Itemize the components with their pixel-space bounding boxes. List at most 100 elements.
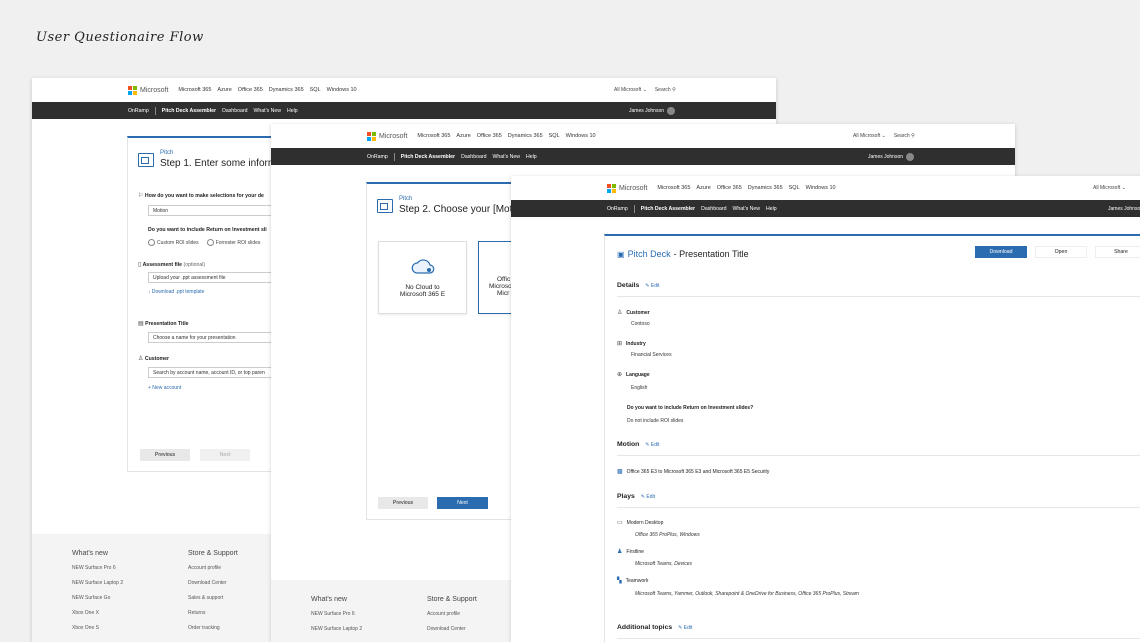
previous-button[interactable]: Previous: [378, 497, 428, 509]
footer-link[interactable]: Download Center: [427, 626, 477, 632]
divider: [617, 507, 1140, 508]
subnav-dashboard[interactable]: Dashboard: [461, 154, 486, 160]
customer-value: Contoso: [631, 321, 650, 327]
footer-link[interactable]: Account profile: [188, 565, 238, 571]
pencil-icon: ✎: [645, 441, 650, 448]
footer-link[interactable]: Download Center: [188, 580, 238, 586]
footer-link[interactable]: NEW Surface Pro 6: [311, 611, 362, 617]
footer-link[interactable]: NEW Surface Laptop 2: [311, 626, 362, 632]
search-button[interactable]: Search ⚲: [894, 133, 915, 139]
subnav-whats-new[interactable]: What's New: [732, 206, 760, 212]
nav-azure[interactable]: Azure: [217, 87, 231, 93]
subnav-divider: [633, 204, 635, 213]
subnav-help[interactable]: Help: [287, 108, 298, 114]
share-button[interactable]: Share: [1095, 246, 1140, 258]
microsoft-logo[interactable]: Microsoft: [607, 183, 647, 193]
next-button[interactable]: Next: [200, 449, 250, 461]
subnav-onramp[interactable]: OnRamp: [607, 206, 628, 212]
subnav-dashboard[interactable]: Dashboard: [701, 206, 726, 212]
subnav-pitch-deck-assembler[interactable]: Pitch Deck Assembler: [641, 206, 695, 212]
user-name: James Johnson: [868, 153, 904, 160]
subnav-divider: [154, 106, 156, 115]
search-button[interactable]: Search ⚲: [655, 87, 676, 93]
footer-link[interactable]: Xbox One X: [72, 610, 123, 616]
microsoft-logo[interactable]: Microsoft: [128, 85, 168, 95]
nav-microsoft-365[interactable]: Microsoft 365: [178, 87, 211, 93]
top-nav: Microsoft 365 Azure Office 365 Dynamics …: [657, 185, 835, 191]
user-menu[interactable]: James Johnson: [1108, 206, 1140, 212]
subnav-dashboard[interactable]: Dashboard: [222, 108, 247, 114]
step1-card: Pitch Step 1. Enter some informa ⚐ How d…: [127, 136, 298, 472]
additional-edit-link[interactable]: ✎ Edit: [678, 625, 692, 631]
customer-label: ♙ Customer: [138, 356, 170, 362]
nav-dynamics-365[interactable]: Dynamics 365: [748, 185, 783, 191]
presentation-header: ▣ Pitch Deck - Presentation Title: [617, 249, 749, 259]
subnav-onramp[interactable]: OnRamp: [367, 154, 388, 160]
next-button[interactable]: Next: [437, 497, 488, 509]
nav-azure[interactable]: Azure: [696, 185, 710, 191]
open-button[interactable]: Open: [1035, 246, 1087, 258]
subnav-whats-new[interactable]: What's New: [253, 108, 281, 114]
roi-question: Do you want to include Return on Investm…: [148, 227, 267, 233]
all-microsoft-menu[interactable]: All Microsoft ⌄: [853, 133, 886, 139]
footer-link[interactable]: Account profile: [427, 611, 477, 617]
subnav-pitch-deck-assembler[interactable]: Pitch Deck Assembler: [401, 154, 455, 160]
nav-microsoft-365[interactable]: Microsoft 365: [657, 185, 690, 191]
custom-roi-radio[interactable]: Custom ROI slides: [148, 239, 199, 246]
top-header: Microsoft Microsoft 365 Azure Office 365…: [271, 124, 1015, 148]
previous-button[interactable]: Previous: [140, 449, 190, 461]
microsoft-logo[interactable]: Microsoft: [367, 131, 407, 141]
nav-sql[interactable]: SQL: [789, 185, 800, 191]
motion-tile-no-cloud[interactable]: No Cloud to Microsoft 365 E: [378, 241, 467, 314]
nav-office-365[interactable]: Office 365: [477, 133, 502, 139]
nav-office-365[interactable]: Office 365: [717, 185, 742, 191]
footer-link[interactable]: Xbox One S: [72, 625, 123, 631]
footer-link[interactable]: Returns: [188, 610, 238, 616]
selection-icon: ⚐: [138, 193, 144, 199]
pencil-icon: ✎: [640, 493, 645, 500]
footer-link[interactable]: NEW Surface Pro 6: [72, 565, 123, 571]
nav-microsoft-365[interactable]: Microsoft 365: [417, 133, 450, 139]
download-template-link[interactable]: ↓ Download .ppt template: [148, 289, 204, 295]
details-edit-link[interactable]: ✎ Edit: [645, 283, 659, 289]
footer-whats-new: What's new NEW Surface Pro 6 NEW Surface…: [72, 550, 123, 640]
nav-azure[interactable]: Azure: [456, 133, 470, 139]
user-menu[interactable]: James Johnson: [629, 106, 676, 115]
footer-link[interactable]: NEW Surface Go: [72, 595, 123, 601]
subnav-divider: [393, 152, 395, 161]
industry-label: ⊞ Industry: [617, 340, 646, 348]
selection-question: ⚐ How do you want to make selections for…: [138, 193, 264, 199]
motion-edit-link[interactable]: ✎ Edit: [645, 442, 659, 448]
nav-sql[interactable]: SQL: [549, 133, 560, 139]
all-microsoft-menu[interactable]: All Microsoft ⌄: [1093, 185, 1126, 191]
play-firstline: ♟ Firstline: [617, 548, 644, 556]
all-microsoft-menu[interactable]: All Microsoft ⌄: [614, 87, 647, 93]
person-icon: ♙: [138, 356, 144, 362]
motion-value: ▩ Office 365 E3 to Microsoft 365 E3 and M…: [617, 468, 770, 476]
subnav-pitch-deck-assembler[interactable]: Pitch Deck Assembler: [162, 108, 216, 114]
subnav-onramp[interactable]: OnRamp: [128, 108, 149, 114]
nav-windows-10[interactable]: Windows 10: [327, 87, 357, 93]
footer-link[interactable]: NEW Surface Laptop 2: [72, 580, 123, 586]
nav-windows-10[interactable]: Windows 10: [806, 185, 836, 191]
nav-dynamics-365[interactable]: Dynamics 365: [269, 87, 304, 93]
additional-topics-title: Additional topics ✎ Edit: [617, 624, 693, 631]
step2-card: Pitch Step 2. Choose your [Motio No Clou…: [366, 182, 567, 520]
user-menu[interactable]: James Johnson: [868, 152, 915, 161]
forrester-roi-radio[interactable]: Forrester ROI slides: [206, 239, 260, 246]
subnav-help[interactable]: Help: [526, 154, 537, 160]
footer-whats-new: What's new NEW Surface Pro 6 NEW Surface…: [311, 596, 362, 641]
nav-windows-10[interactable]: Windows 10: [566, 133, 596, 139]
footer-link[interactable]: Sales & support: [188, 595, 238, 601]
play-teamwork: ▚ Teamwork: [617, 577, 649, 585]
nav-sql[interactable]: SQL: [310, 87, 321, 93]
new-account-link[interactable]: + New account: [148, 385, 181, 391]
summary-window: Microsoft Microsoft 365 Azure Office 365…: [511, 176, 1140, 642]
footer-link[interactable]: Order tracking: [188, 625, 238, 631]
download-button[interactable]: Download: [975, 246, 1027, 258]
plays-edit-link[interactable]: ✎ Edit: [641, 494, 655, 500]
nav-office-365[interactable]: Office 365: [238, 87, 263, 93]
subnav-whats-new[interactable]: What's New: [492, 154, 520, 160]
subnav-help[interactable]: Help: [766, 206, 777, 212]
nav-dynamics-365[interactable]: Dynamics 365: [508, 133, 543, 139]
